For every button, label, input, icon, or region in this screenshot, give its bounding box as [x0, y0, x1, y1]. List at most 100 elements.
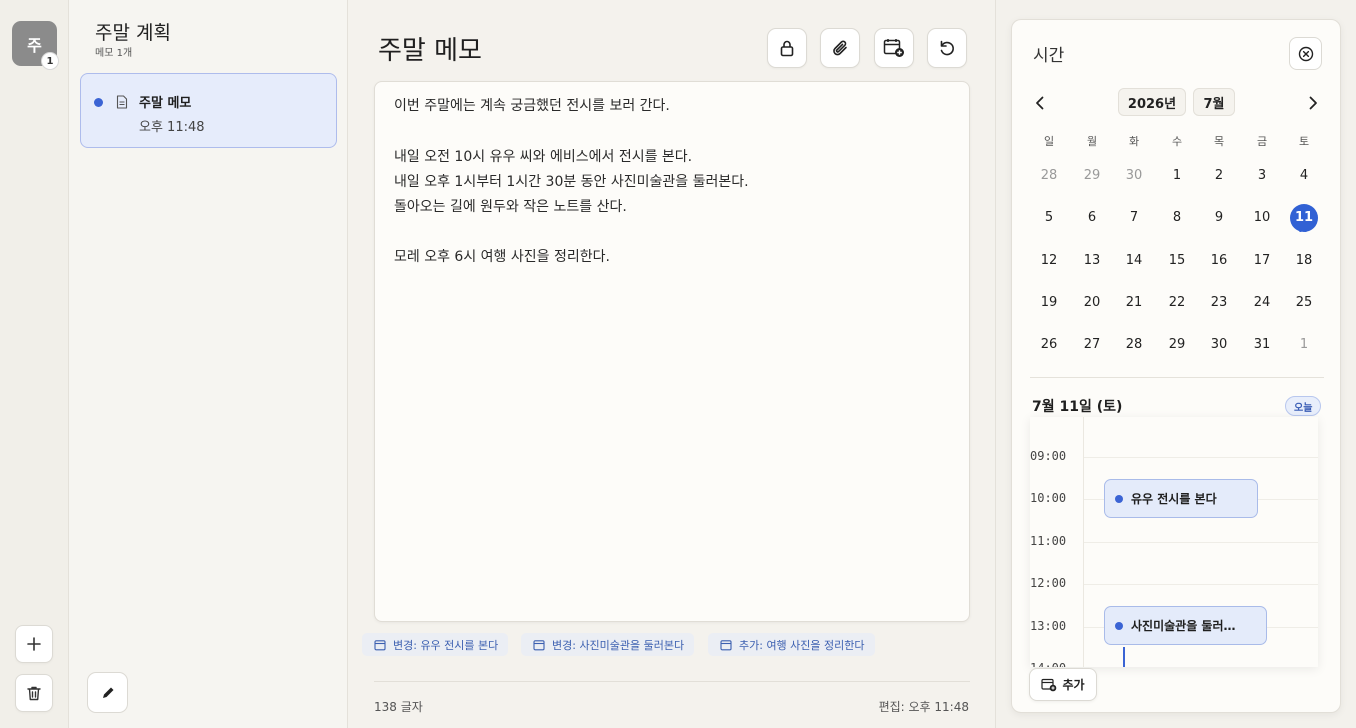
calendar-day[interactable]: 20 [1075, 290, 1109, 316]
day-timeline[interactable]: 유우 전시를 본다 사진미술관을 둘러… 08:00 09:00 10:00 11:0… [1030, 417, 1318, 667]
timeline-hour-line [1084, 584, 1318, 585]
calendar-day[interactable]: 17 [1245, 248, 1279, 274]
calendar-day[interactable]: 28 [1032, 163, 1066, 189]
prev-month-button[interactable] [1030, 93, 1050, 113]
calendar-day[interactable]: 18 [1287, 248, 1321, 274]
calendar-day[interactable]: 1 [1160, 163, 1194, 189]
timeline-hour-line [1084, 541, 1318, 543]
timeline-hour-line [1084, 456, 1318, 458]
calendar-day[interactable]: 26 [1032, 332, 1066, 358]
weekday-label: 목 [1213, 135, 1225, 148]
calendar-day[interactable]: 5 [1032, 205, 1066, 231]
next-month-button[interactable] [1303, 93, 1323, 113]
timeline-event[interactable]: 사진미술관을 둘러… [1104, 606, 1267, 645]
calendar-day[interactable]: 27 [1075, 332, 1109, 358]
timeline-hour-label: 10:00 [1030, 491, 1067, 505]
timeline-hour-label: 14:00 [1030, 661, 1066, 667]
unsaved-dot [94, 98, 103, 107]
calendar-day[interactable]: 22 [1160, 290, 1194, 316]
trash-icon [27, 686, 41, 700]
event-dot [1115, 494, 1123, 503]
chip-label: 추가: 여행 사진을 정리한다 [739, 638, 865, 652]
calendar-day[interactable]: 6 [1075, 205, 1109, 231]
chip-label: 변경: 유우 전시를 본다 [393, 638, 499, 652]
selected-date-heading: 7월 11일 (토) [1032, 399, 1123, 415]
calendar-day[interactable]: 28 [1117, 332, 1151, 358]
schedule-change-chip[interactable]: 변경: 사진미술관을 둘러본다 [521, 633, 695, 656]
add-to-calendar-button[interactable] [874, 28, 914, 68]
calendar-day-selected[interactable]: 11 [1290, 204, 1318, 232]
calendar-day[interactable]: 23 [1202, 290, 1236, 316]
schedule-change-chip[interactable]: 변경: 유우 전시를 본다 [362, 633, 509, 656]
calendar-day[interactable]: 15 [1160, 248, 1194, 274]
event-title: 유우 전시를 본다 [1131, 492, 1217, 506]
calendar-day[interactable]: 29 [1160, 332, 1194, 358]
calendar-day[interactable]: 30 [1202, 332, 1236, 358]
memo-editor: 주말 메모 이번 주말에는 계속 궁금했던 전시를 보러 간다. 내일 오전 1… [348, 0, 996, 728]
restore-button[interactable] [927, 28, 967, 68]
year-select[interactable]: 2026년 [1118, 88, 1186, 116]
timeline-hour-label: 12:00 [1030, 576, 1067, 590]
calendar-day[interactable]: 4 [1287, 163, 1321, 189]
memo-item-title: 주말 메모 [139, 96, 192, 111]
weekday-label: 금 [1256, 135, 1268, 148]
attach-button[interactable] [820, 28, 860, 68]
close-circle-icon [1298, 46, 1313, 61]
memo-list-item[interactable]: 주말 메모 오후 11:48 [80, 73, 337, 148]
schedule-add-chip[interactable]: 추가: 여행 사진을 정리한다 [708, 633, 875, 656]
calendar-add-icon [883, 39, 904, 57]
calendar-icon [720, 639, 732, 650]
chip-label: 변경: 사진미술관을 둘러본다 [552, 638, 685, 652]
new-memo-button[interactable] [87, 672, 128, 713]
folder-avatar-letter: 주 [27, 35, 42, 55]
delete-folder-button[interactable] [15, 674, 53, 712]
today-button[interactable]: 오늘 [1285, 396, 1322, 416]
event-indicator-dots [1299, 229, 1307, 232]
folder-count-badge: 1 [41, 52, 59, 70]
pen-icon [102, 687, 113, 698]
footer-divider [374, 681, 970, 682]
last-edited-time: 편집: 오후 11:48 [878, 700, 969, 714]
chevron-right-icon [1309, 96, 1317, 110]
calendar-day[interactable]: 30 [1117, 163, 1151, 189]
event-dot [1115, 621, 1123, 630]
paperclip-icon [833, 40, 847, 56]
calendar-day[interactable]: 2 [1202, 163, 1236, 189]
add-event-label: 추가 [1062, 678, 1085, 692]
body-line: 이번 주말에는 계속 궁금했던 전시를 보러 간다. [394, 98, 670, 114]
add-event-button[interactable]: 추가 [1029, 668, 1097, 701]
body-line: 내일 오전 10시 유우 씨와 에비스에서 전시를 본다. [394, 149, 693, 165]
timeline-hour-label: 09:00 [1030, 448, 1067, 463]
calendar-day[interactable]: 24 [1245, 290, 1279, 316]
calendar-day[interactable]: 31 [1245, 332, 1279, 358]
memo-title[interactable]: 주말 메모 [378, 30, 482, 67]
memo-body-editor[interactable]: 이번 주말에는 계속 궁금했던 전시를 보러 간다. 내일 오전 10시 유우 … [374, 81, 970, 622]
lock-icon [780, 40, 794, 57]
calendar-day[interactable]: 7 [1117, 205, 1151, 231]
calendar-day[interactable]: 10 [1245, 205, 1279, 231]
calendar-day[interactable]: 25 [1287, 290, 1321, 316]
calendar-day[interactable]: 13 [1075, 248, 1109, 274]
calendar-day[interactable]: 29 [1075, 163, 1109, 189]
calendar-day[interactable]: 9 [1202, 205, 1236, 231]
calendar-day[interactable]: 14 [1117, 248, 1151, 274]
calendar-day[interactable]: 3 [1245, 163, 1279, 189]
undo-icon [940, 40, 954, 56]
memo-list-panel: 주말 계획 메모 1개 주말 메모 오후 11:48 [69, 0, 348, 728]
timeline-event[interactable]: 유우 전시를 본다 [1104, 479, 1258, 518]
close-panel-button[interactable] [1289, 37, 1322, 70]
month-select[interactable]: 7월 [1193, 88, 1235, 116]
weekday-label: 일 [1043, 135, 1055, 148]
lock-button[interactable] [767, 28, 807, 68]
calendar-day[interactable]: 21 [1117, 290, 1151, 316]
timeline-axis [1083, 417, 1084, 667]
weekday-label: 토 [1298, 135, 1310, 148]
calendar-day[interactable]: 16 [1202, 248, 1236, 274]
calendar-day[interactable]: 1 [1287, 332, 1321, 358]
weekday-label: 월 [1086, 135, 1098, 148]
add-folder-button[interactable] [15, 625, 53, 663]
calendar-day[interactable]: 19 [1032, 290, 1066, 316]
calendar-day[interactable]: 8 [1160, 205, 1194, 231]
timeline-hour-label: 11:00 [1030, 533, 1067, 548]
calendar-day[interactable]: 12 [1032, 248, 1066, 274]
